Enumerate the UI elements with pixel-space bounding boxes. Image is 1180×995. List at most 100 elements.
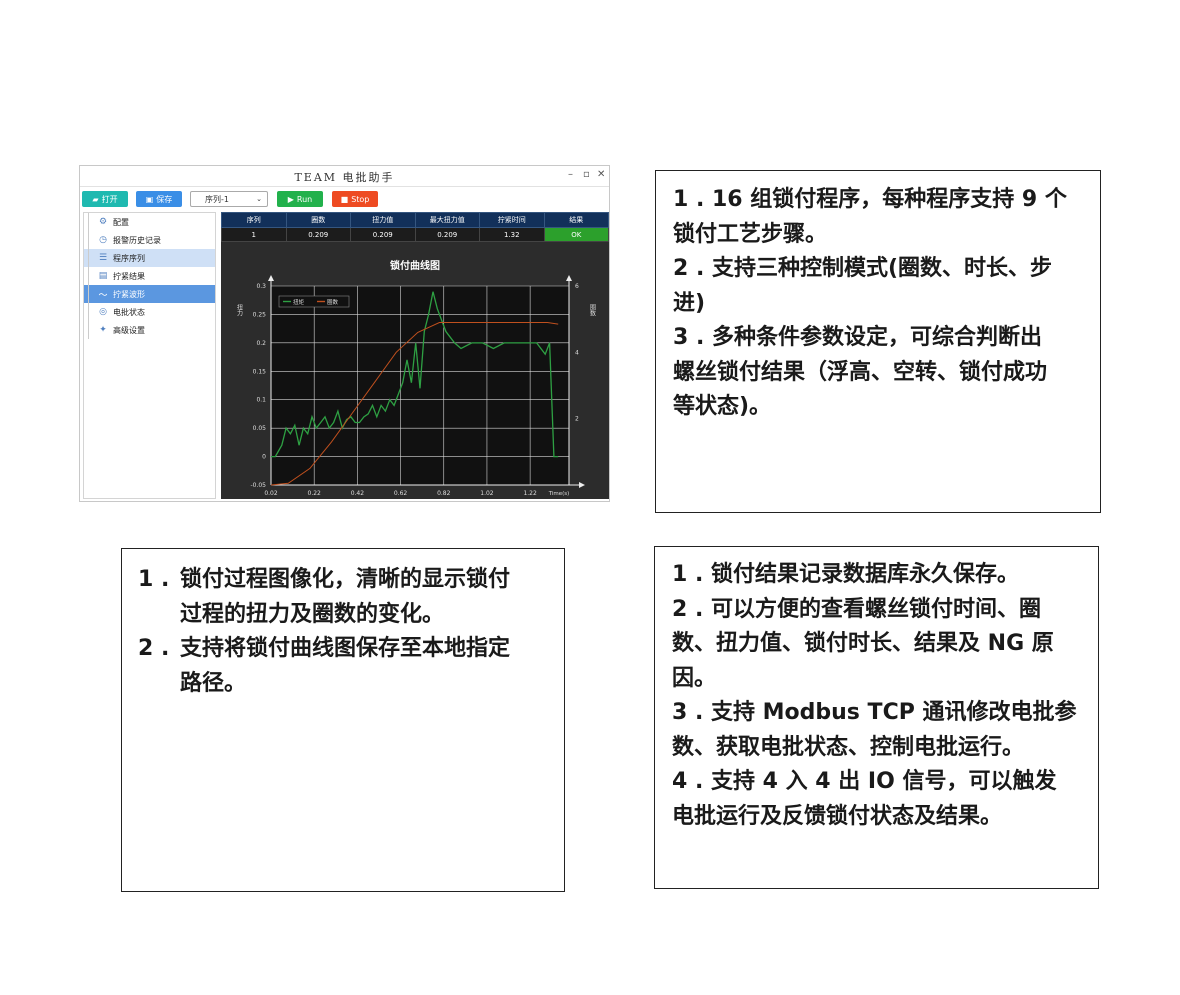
chevron-down-icon: ⌄: [256, 195, 262, 203]
run-button[interactable]: ▶ Run: [277, 191, 323, 207]
sidebar-item-tighten-result[interactable]: ▤ 拧紧结果: [84, 267, 215, 285]
play-icon: ▶: [287, 194, 294, 204]
feature-text-line: 电批运行及反馈锁付状态及结果。: [672, 803, 1003, 829]
maximize-button[interactable]: ▫: [583, 169, 590, 180]
feature-text-line: 3 . 支持 Modbus TCP 通讯修改电批参: [672, 700, 1077, 725]
x-axis-label: Time(s): [548, 491, 570, 497]
list-icon: ☰: [98, 253, 108, 263]
list-number: 1 .: [138, 567, 170, 592]
feature-text-line: 螺丝锁付结果（浮高、空转、锁付成功: [673, 359, 1048, 385]
list-text: 支持将锁付曲线图保存至本地指定 路径。: [180, 632, 564, 701]
list-number: 2 .: [138, 636, 170, 661]
sidebar-item-label: 拧紧结果: [113, 271, 145, 281]
x-axis-arrow: [579, 482, 585, 488]
feature-text-line: 锁付工艺步骤。: [673, 221, 828, 247]
close-button[interactable]: ✕: [597, 169, 605, 180]
feature-list-item: 2 . 支持将锁付曲线图保存至本地指定 路径。: [138, 632, 564, 701]
feature-text-line: 因。: [672, 665, 717, 691]
save-button[interactable]: ▣ 保存: [136, 191, 182, 207]
sidebar-item-label: 报警历史记录: [113, 235, 161, 245]
feature-text-line: 1 . 16 组锁付程序，每种程序支持 9 个: [673, 187, 1067, 212]
legend-label: 扭矩: [293, 298, 305, 306]
stop-icon: ■: [340, 194, 349, 204]
history-icon: ◷: [99, 235, 107, 245]
x-tick-label: 1.02: [480, 490, 494, 497]
y-axis-arrow: [268, 275, 274, 281]
stop-label: Stop: [351, 194, 370, 204]
toolbar: ▰ 打开 ▣ 保存 序列-1 ⌄ ▶ Run ■ Stop: [80, 189, 609, 209]
y-tick-label: 0: [262, 454, 266, 461]
chart-panel: 序列 圈数 扭力值 最大扭力值 拧紧时间 结果 1 0.209 0.209 0.…: [221, 212, 609, 499]
y2-tick-label: 2: [575, 416, 579, 423]
feature-text-line: 2 . 可以方便的查看螺丝锁付时间、圈: [672, 596, 1041, 622]
legend-label: 圈数: [327, 298, 339, 306]
feature-text-line: 数、扭力值、锁付时长、结果及 NG 原: [672, 631, 1054, 656]
sidebar-item-tighten-wave[interactable]: 〜 拧紧波形: [84, 285, 215, 303]
sequence-value: 序列-1: [205, 194, 229, 204]
sidebar-item-program-sequence[interactable]: ☰ 程序序列: [84, 249, 215, 267]
y-tick-label: 0.3: [256, 283, 266, 290]
x-tick-label: 0.62: [394, 490, 408, 497]
folder-icon: ▰: [92, 194, 99, 204]
feature-text-line: 支持将锁付曲线图保存至本地指定: [180, 636, 511, 661]
feature-box-programs: 1 . 16 组锁付程序，每种程序支持 9 个锁付工艺步骤。 2 . 支持三种控制…: [655, 170, 1101, 513]
list-text: 锁付过程图像化，清晰的显示锁付 过程的扭力及圈数的变化。: [180, 563, 564, 632]
feature-box-records: 1 . 锁付结果记录数据库永久保存。 2 . 可以方便的查看螺丝锁付时间、圈 数、扭…: [654, 546, 1099, 889]
feature-text-line: 数、获取电批状态、控制电批运行。: [672, 734, 1025, 760]
sidebar-item-label: 配置: [113, 217, 129, 227]
sidebar-item-advanced-settings[interactable]: ✦ 高级设置: [84, 321, 215, 339]
sidebar-item-label: 拧紧波形: [113, 289, 145, 299]
feature-text-line: 进): [673, 290, 706, 316]
feature-box-curve: 1 . 锁付过程图像化，清晰的显示锁付 过程的扭力及圈数的变化。 2 . 支持将锁付曲线…: [121, 548, 565, 892]
sidebar-item-config[interactable]: ⚙ 配置: [84, 213, 215, 231]
status-icon: ◎: [99, 307, 107, 317]
y2-axis-label: 圈数: [589, 304, 596, 317]
settings-icon: ✦: [99, 325, 107, 335]
open-button[interactable]: ▰ 打开: [82, 191, 128, 207]
minimize-button[interactable]: –: [568, 169, 573, 180]
y2-axis-arrow: [566, 275, 572, 281]
y-tick-label: 0.15: [253, 368, 267, 375]
save-label: 保存: [156, 194, 173, 204]
feature-text-line: 等状态)。: [673, 394, 772, 419]
stop-button[interactable]: ■ Stop: [332, 191, 378, 207]
feature-text-line: 路径。: [180, 670, 247, 696]
x-tick-label: 0.82: [437, 490, 451, 497]
feature-text-line: 1 . 锁付结果记录数据库永久保存。: [672, 562, 1019, 587]
y2-tick-label: 6: [575, 283, 579, 290]
torque-chart: -0.05 0 0.05 0.1 0.15 0.2 0.25 0.3 0.02 0.22 0.42 0…: [236, 275, 596, 497]
feature-text-line: 2 . 支持三种控制模式(圈数、时长、步: [673, 256, 1053, 281]
app-window: TEAM 电批助手 – ▫ ✕ ▰ 打开 ▣ 保存 序列-1 ⌄ ▶ Run ■…: [79, 165, 610, 502]
sidebar-item-label: 程序序列: [113, 253, 145, 263]
x-tick-label: 0.42: [351, 490, 365, 497]
sidebar-item-driver-status[interactable]: ◎ 电批状态: [84, 303, 215, 321]
feature-text-line: 过程的扭力及圈数的变化。: [180, 601, 445, 627]
sidebar-item-label: 高级设置: [113, 325, 145, 335]
document-icon: ▤: [98, 271, 108, 281]
y-tick-label: -0.05: [250, 482, 266, 489]
feature-text-line: 4 . 支持 4 入 4 出 IO 信号，可以触发: [672, 769, 1057, 794]
sidebar-item-alarm-history[interactable]: ◷ 报警历史记录: [84, 231, 215, 249]
sequence-select[interactable]: 序列-1 ⌄: [190, 191, 268, 207]
window-title: TEAM 电批助手: [294, 171, 395, 184]
open-label: 打开: [101, 194, 118, 204]
title-bar: TEAM 电批助手 – ▫ ✕: [80, 166, 609, 187]
y-axis-label: 扭力: [236, 303, 243, 317]
save-icon: ▣: [145, 194, 154, 204]
sidebar: ⚙ 配置 ◷ 报警历史记录 ☰ 程序序列 ▤ 拧紧结果 〜 拧紧波形 ◎ 电批状…: [83, 212, 216, 499]
feature-list-item: 1 . 锁付过程图像化，清晰的显示锁付 过程的扭力及圈数的变化。: [138, 563, 564, 632]
x-tick-label: 0.22: [308, 490, 322, 497]
x-tick-label: 1.22: [523, 490, 537, 497]
wave-icon: 〜: [98, 290, 108, 301]
x-tick-label: 0.02: [264, 490, 278, 497]
y-tick-label: 0.1: [256, 397, 266, 404]
y-tick-label: 0.2: [256, 340, 266, 347]
y-tick-label: 0.05: [253, 425, 267, 432]
gear-icon: ⚙: [98, 217, 108, 227]
y2-tick-label: 4: [575, 349, 579, 356]
sidebar-item-label: 电批状态: [113, 307, 145, 317]
feature-text-line: 3 . 多种条件参数设定，可综合判断出: [673, 325, 1042, 350]
y-tick-label: 0.25: [253, 311, 267, 318]
run-label: Run: [296, 194, 313, 204]
feature-text-line: 锁付过程图像化，清晰的显示锁付: [180, 567, 511, 592]
